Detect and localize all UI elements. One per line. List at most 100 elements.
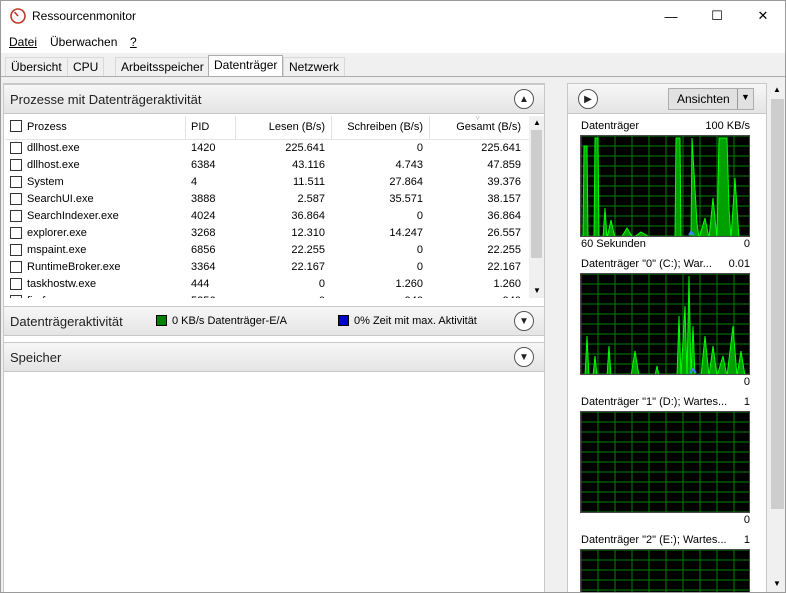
sort-arrow-icon: ▽ (475, 116, 481, 121)
legend-active-time-swatch (338, 315, 349, 326)
cell-pid: 444 (191, 278, 210, 290)
column-separator (235, 116, 236, 140)
scrollbar-thumb[interactable] (771, 99, 784, 509)
column-separator (185, 116, 186, 140)
table-row[interactable]: explorer.exe 3268 12.310 14.247 26.557 (5, 225, 529, 242)
close-button[interactable]: ✕ (740, 1, 785, 31)
maximize-button[interactable]: ☐ (694, 1, 740, 31)
table-row[interactable]: taskhostw.exe 444 0 1.260 1.260 (5, 276, 529, 293)
column-header-lesen[interactable]: Lesen (B/s) (237, 121, 325, 133)
graph-max-value: 100 KB/s (705, 120, 750, 132)
cell-total: 26.557 (487, 227, 521, 239)
row-checkbox[interactable] (10, 261, 22, 273)
cell-process: SearchIndexer.exe (27, 210, 119, 222)
menu-datei[interactable]: Datei (9, 35, 37, 49)
disk-graph (580, 135, 750, 237)
row-checkbox[interactable] (10, 210, 22, 222)
row-checkbox[interactable] (10, 244, 22, 256)
cell-total: 1.260 (493, 278, 521, 290)
table-row[interactable]: dllhost.exe 1420 225.641 0 225.641 (5, 140, 529, 157)
collapse-graphs-button[interactable]: ▶ (578, 89, 598, 109)
processes-section-header[interactable]: Prozesse mit Datenträgeraktivität ▲ (4, 84, 544, 114)
row-checkbox[interactable] (10, 227, 22, 239)
row-checkbox[interactable] (10, 176, 22, 188)
cell-write: 0 (416, 244, 423, 256)
cell-write: 14.247 (389, 227, 423, 239)
row-checkbox[interactable] (10, 193, 22, 205)
cell-process: explorer.exe (27, 227, 87, 239)
tab-cpu[interactable]: CPU (67, 57, 105, 77)
cell-total: 22.167 (487, 261, 521, 273)
column-header-prozess[interactable]: Prozess (27, 121, 67, 133)
resource-monitor-window: Ressourcenmonitor — ☐ ✕ Datei Überwachen… (0, 0, 786, 593)
tab-netzwerk[interactable]: Netzwerk (283, 57, 346, 77)
cell-write: 27.864 (389, 176, 423, 188)
tab-uebersicht[interactable]: Übersicht (5, 57, 68, 77)
table-row[interactable]: SearchUI.exe 3888 2.587 35.571 38.157 (5, 191, 529, 208)
scroll-down-icon[interactable]: ▼ (533, 286, 541, 295)
cell-pid: 6384 (191, 159, 216, 171)
table-row[interactable]: RuntimeBroker.exe 3364 22.167 0 22.167 (5, 259, 529, 276)
cell-process: SearchUI.exe (27, 193, 94, 205)
chevron-down-icon: ▼ (519, 351, 529, 363)
tab-arbeitsspeicher[interactable]: Arbeitsspeicher (115, 57, 210, 77)
cell-total: 225.641 (481, 142, 521, 154)
graph-title: Datenträger "2" (E:); Wartes... (581, 534, 727, 546)
table-row[interactable]: System 4 11.511 27.864 39.376 (5, 174, 529, 191)
process-table-scrollbar[interactable]: ▲ ▼ (529, 116, 544, 298)
minimize-button[interactable]: — (648, 1, 694, 31)
cell-read: 36.864 (291, 210, 325, 222)
resource-monitor-icon (10, 8, 26, 24)
menu-ueberwachen[interactable]: Überwachen (50, 35, 117, 49)
disk-graph (580, 411, 750, 513)
cell-total: 22.255 (487, 244, 521, 256)
chevron-down-icon: ▼ (519, 315, 529, 327)
cell-process: firefox.exe (27, 295, 78, 298)
graph-canvas (581, 136, 749, 236)
graph-title: Datenträger "1" (D:); Wartes... (581, 396, 728, 408)
cell-total: 47.859 (487, 159, 521, 171)
table-row[interactable]: dllhost.exe 6384 43.116 4.743 47.859 (5, 157, 529, 174)
row-checkbox[interactable] (10, 142, 22, 154)
row-checkbox[interactable] (10, 295, 22, 298)
column-header-schreiben[interactable]: Schreiben (B/s) (333, 121, 423, 133)
menu-help[interactable]: ? (130, 35, 137, 49)
row-checkbox[interactable] (10, 159, 22, 171)
graph-max-value: 1 (743, 396, 750, 408)
scrollbar-thumb[interactable] (531, 130, 542, 258)
tab-datentraeger[interactable]: Datenträger (208, 55, 284, 77)
minimize-icon: — (664, 8, 678, 24)
views-dropdown[interactable]: Ansichten ▼ (668, 88, 754, 110)
scroll-up-icon[interactable]: ▲ (533, 118, 541, 127)
table-row[interactable]: firefox.exe 5356 0 940 940 (5, 293, 529, 298)
table-row[interactable]: mspaint.exe 6856 22.255 0 22.255 (5, 242, 529, 259)
collapse-processes-button[interactable]: ▲ (514, 89, 534, 109)
legend-io-swatch (156, 315, 167, 326)
expand-memory-button[interactable]: ▼ (514, 347, 534, 367)
cell-process: System (27, 176, 64, 188)
expand-disk-activity-button[interactable]: ▼ (514, 311, 534, 331)
memory-section-header[interactable]: Speicher ▼ (4, 342, 544, 372)
cell-pid: 3268 (191, 227, 216, 239)
cell-read: 225.641 (285, 142, 325, 154)
row-checkbox[interactable] (10, 278, 22, 290)
cell-total: 38.157 (487, 193, 521, 205)
select-all-checkbox[interactable] (10, 120, 22, 132)
cell-read: 0 (237, 295, 325, 298)
table-row[interactable]: SearchIndexer.exe 4024 36.864 0 36.864 (5, 208, 529, 225)
cell-write: 0 (416, 261, 423, 273)
disk-activity-section-header[interactable]: Datenträgeraktivität 0 KB/s Datenträger-… (4, 306, 544, 336)
scroll-up-icon[interactable]: ▲ (773, 85, 781, 94)
column-header-pid[interactable]: PID (191, 121, 209, 133)
cell-write: 0 (416, 210, 423, 222)
cell-process: dllhost.exe (27, 142, 80, 154)
scroll-down-icon[interactable]: ▼ (773, 579, 781, 588)
cell-write: 4.743 (395, 159, 423, 171)
cell-read: 11.511 (292, 176, 325, 188)
close-icon: ✕ (757, 8, 769, 23)
memory-section-title: Speicher (10, 350, 62, 365)
column-header-gesamt[interactable]: Gesamt (B/s) (431, 121, 521, 133)
graph-panel-scrollbar[interactable]: ▲ ▼ (769, 83, 785, 592)
cell-pid: 6856 (191, 244, 216, 256)
legend-io-label: 0 KB/s Datenträger-E/A (172, 315, 287, 327)
